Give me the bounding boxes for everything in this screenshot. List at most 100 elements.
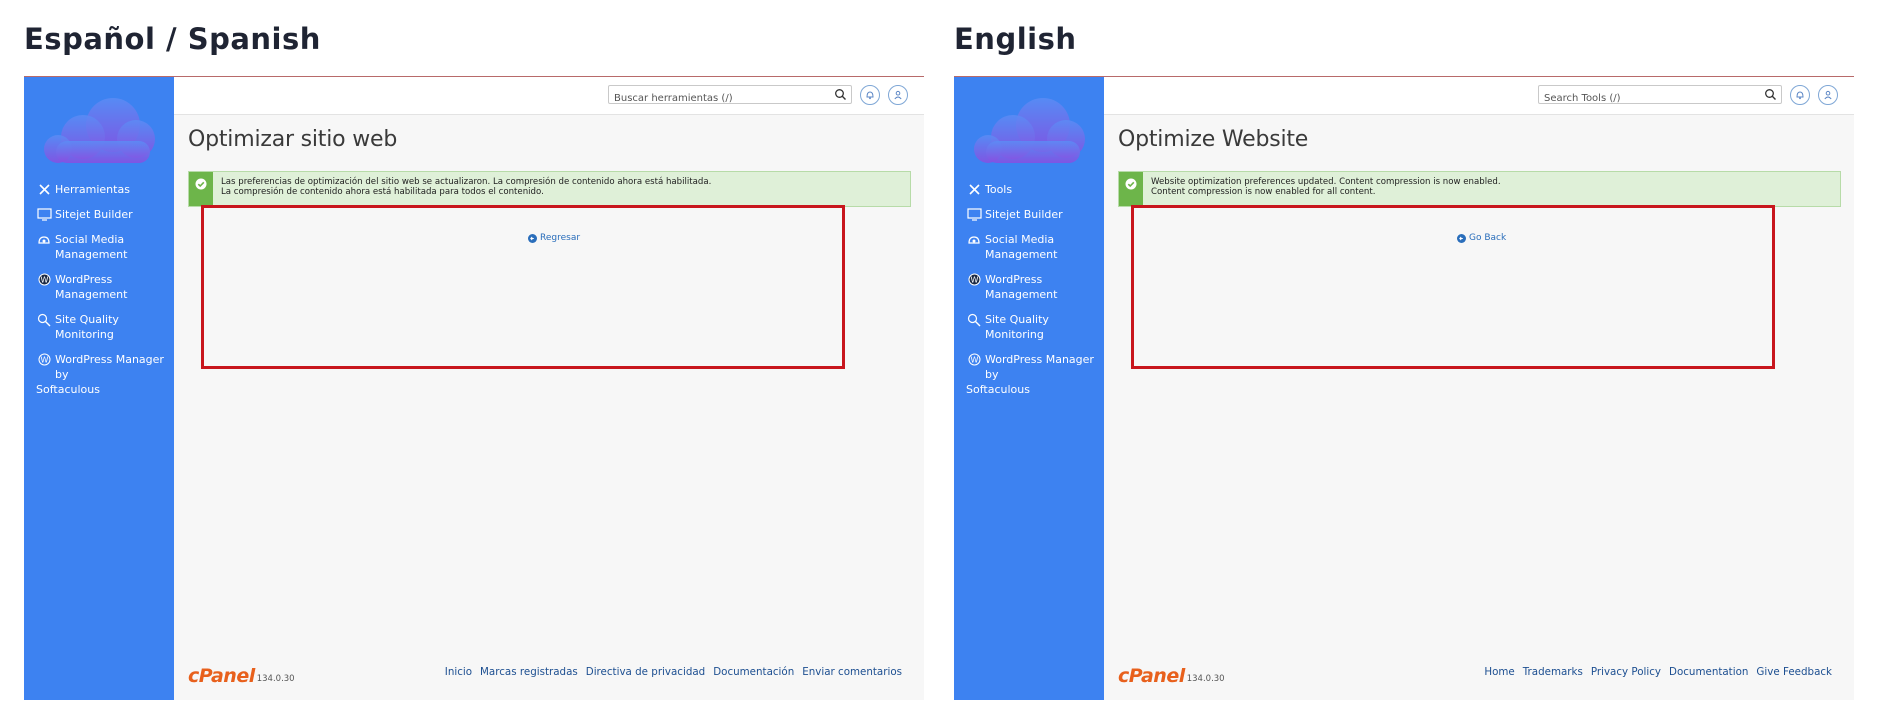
success-alert: Website optimization preferences updated… [1118, 171, 1841, 207]
footer-brand: cPanel 134.0.30 [1118, 665, 1225, 687]
user-menu-button[interactable] [1818, 85, 1838, 105]
user-menu-button[interactable] [888, 85, 908, 105]
site-quality-icon [36, 312, 52, 327]
go-back-link[interactable]: Regresar [528, 233, 580, 243]
footer-link-privacy[interactable]: Directiva de privacidad [586, 666, 705, 678]
go-back-link[interactable]: Go Back [1457, 233, 1506, 243]
cpanel-logo: cPanel [1118, 665, 1185, 687]
sidebar-item-wordpress[interactable]: W WordPress Management [966, 272, 1102, 302]
arrow-left-circle-icon [1457, 233, 1466, 243]
cloud-logo-icon [974, 98, 1085, 163]
svg-text:W: W [970, 276, 978, 285]
footer-link-trademarks[interactable]: Trademarks [1523, 666, 1583, 678]
alert-bar [189, 172, 213, 206]
alert-line: Las preferencias de optimización del sit… [221, 177, 712, 187]
sitejet-icon [966, 207, 982, 222]
sitejet-icon [36, 207, 52, 222]
footer-link-home[interactable]: Inicio [445, 666, 472, 678]
footer-link-feedback[interactable]: Give Feedback [1756, 666, 1832, 678]
sidebar-item-label: WordPress Management [55, 273, 128, 301]
tools-icon [966, 182, 982, 197]
page-title: Optimizar sitio web [188, 127, 398, 152]
sidebar-nav: Herramientas Sitejet Builder Social Medi… [36, 182, 172, 407]
sidebar-item-wordpress-manager[interactable]: W WordPress Manager by Softaculous [36, 352, 172, 397]
panel-title: English [954, 22, 1077, 56]
sidebar-item-social-media[interactable]: Social Media Management [966, 232, 1102, 262]
panel-title: Español / Spanish [24, 22, 321, 56]
sidebar-item-site-quality[interactable]: Site Quality Monitoring [966, 312, 1102, 342]
search-icon[interactable] [834, 88, 847, 101]
success-alert: Las preferencias de optimización del sit… [188, 171, 911, 207]
sidebar-item-label: Sitejet Builder [985, 208, 1063, 221]
footer-link-home[interactable]: Home [1484, 666, 1514, 678]
footer-link-documentation[interactable]: Documentation [1669, 666, 1748, 678]
sidebar-item-social-media[interactable]: Social Media Management [36, 232, 172, 262]
sidebar-item-label: Herramientas [55, 183, 130, 196]
top-bar [174, 77, 924, 115]
footer-link-feedback[interactable]: Enviar comentarios [802, 666, 902, 678]
top-bar [1104, 77, 1854, 115]
sidebar-item-sitejet[interactable]: Sitejet Builder [966, 207, 1102, 222]
footer-link-documentation[interactable]: Documentación [713, 666, 794, 678]
bell-icon [1796, 91, 1804, 100]
version-label: 134.0.30 [1186, 674, 1225, 684]
check-circle-icon [195, 178, 207, 190]
sidebar-item-label: Sitejet Builder [55, 208, 133, 221]
sidebar-item-sitejet[interactable]: Sitejet Builder [36, 207, 172, 222]
tools-icon [36, 182, 52, 197]
svg-text:W: W [970, 356, 978, 365]
sidebar-item-site-quality[interactable]: Site Quality Monitoring [36, 312, 172, 342]
sidebar-item-label-tail: Softaculous [966, 383, 1030, 396]
bell-icon [866, 91, 874, 100]
search-icon[interactable] [1764, 88, 1777, 101]
alert-text: Las preferencias de optimización del sit… [213, 172, 711, 206]
highlight-box [1131, 205, 1775, 369]
sidebar-item-wordpress-manager[interactable]: W WordPress Manager by Softaculous [966, 352, 1102, 397]
sidebar-item-tools[interactable]: Tools [966, 182, 1102, 197]
footer-link-trademarks[interactable]: Marcas registradas [480, 666, 578, 678]
search-box[interactable] [608, 85, 852, 107]
cloud-logo-icon [44, 98, 155, 163]
sidebar-item-label: Site Quality Monitoring [55, 313, 119, 341]
user-icon [1824, 90, 1832, 100]
sidebar-item-label-tail: Softaculous [36, 383, 100, 396]
page-title: Optimize Website [1118, 127, 1309, 152]
search-input[interactable] [1539, 90, 1759, 107]
sidebar: Herramientas Sitejet Builder Social Medi… [24, 77, 174, 700]
wordpress-icon: W [966, 272, 982, 287]
footer-link-privacy[interactable]: Privacy Policy [1591, 666, 1661, 678]
user-icon [894, 90, 902, 100]
notifications-button[interactable] [1790, 85, 1810, 105]
sidebar-item-label: Site Quality Monitoring [985, 313, 1049, 341]
social-media-icon [36, 232, 52, 247]
sidebar-item-label: WordPress Manager by [55, 353, 164, 381]
wordpress-icon: W [36, 352, 52, 367]
arrow-left-circle-icon [528, 233, 537, 243]
alert-line: Content compression is now enabled for a… [1151, 187, 1376, 197]
svg-text:W: W [40, 356, 48, 365]
cpanel-screenshot: Herramientas Sitejet Builder Social Medi… [24, 76, 924, 700]
highlight-box [201, 205, 845, 369]
version-label: 134.0.30 [256, 674, 295, 684]
alert-text: Website optimization preferences updated… [1143, 172, 1501, 206]
alert-line: La compresión de contenido ahora está ha… [221, 187, 544, 197]
search-input[interactable] [609, 90, 829, 107]
wordpress-icon: W [966, 352, 982, 367]
footer-links: Home Trademarks Privacy Policy Documenta… [1484, 666, 1832, 678]
sidebar-item-label: Tools [985, 183, 1013, 196]
spanish-panel: Español / Spanish Herramientas Sitejet B… [24, 0, 924, 724]
notifications-button[interactable] [860, 85, 880, 105]
cpanel-screenshot: Tools Sitejet Builder Social Media Manag… [954, 76, 1854, 700]
footer-links: Inicio Marcas registradas Directiva de p… [445, 666, 902, 678]
sidebar-nav: Tools Sitejet Builder Social Media Manag… [966, 182, 1102, 407]
svg-text:W: W [40, 276, 48, 285]
sidebar-item-tools[interactable]: Herramientas [36, 182, 172, 197]
search-box[interactable] [1538, 85, 1782, 107]
site-quality-icon [966, 312, 982, 327]
cpanel-logo: cPanel [188, 665, 255, 687]
wordpress-icon: W [36, 272, 52, 287]
alert-line: Website optimization preferences updated… [1151, 177, 1501, 187]
go-back-label: Go Back [1469, 233, 1507, 243]
sidebar-item-wordpress[interactable]: W WordPress Management [36, 272, 172, 302]
sidebar-item-label: WordPress Management [985, 273, 1058, 301]
